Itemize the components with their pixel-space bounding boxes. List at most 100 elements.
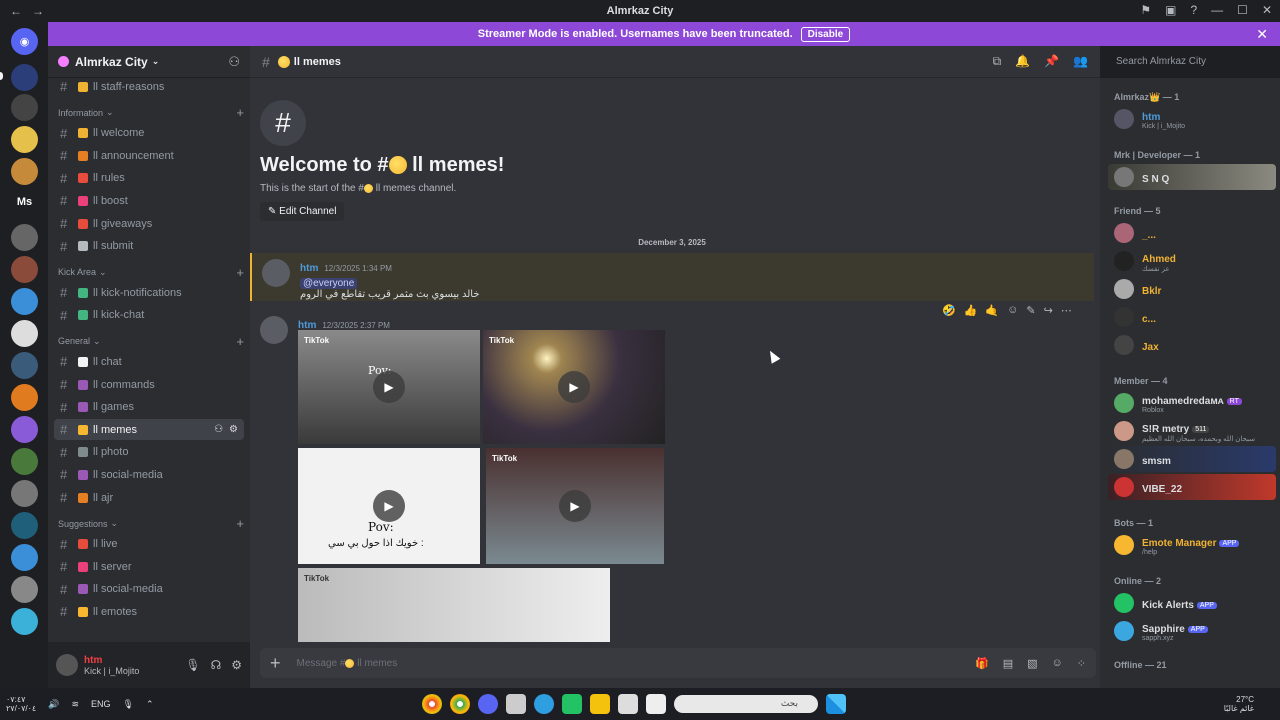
member-item[interactable]: S!R metry 511 سبحان الله وبحمده، سبحان الل… xyxy=(1108,418,1276,444)
gif-icon[interactable]: ▤ xyxy=(1003,657,1013,670)
microphone-icon[interactable]: 🎙 xyxy=(185,658,200,672)
member-item[interactable]: _... xyxy=(1108,220,1276,246)
server-icon[interactable] xyxy=(11,384,38,411)
server-icon[interactable] xyxy=(11,480,38,507)
message-composer[interactable]: + Message # ll memes 🎁 ▤ ▧ ☺ ⁘ xyxy=(260,648,1096,678)
weather-widget[interactable]: 27°C غائم غالبًا xyxy=(1224,695,1254,713)
headphones-icon[interactable]: ☊ xyxy=(211,658,222,672)
add-channel-icon[interactable]: + xyxy=(236,334,244,349)
add-channel-icon[interactable]: + xyxy=(236,265,244,280)
forward-arrow-icon[interactable]: → xyxy=(32,4,44,18)
member-item[interactable]: S N Q xyxy=(1108,164,1276,190)
back-arrow-icon[interactable]: ← xyxy=(10,4,22,18)
server-icon[interactable] xyxy=(11,352,38,379)
video-attachment[interactable]: TikTok xyxy=(298,568,610,642)
server-icon[interactable] xyxy=(11,608,38,635)
maximize-icon[interactable]: ☐ xyxy=(1237,3,1248,17)
channel-item[interactable]: # ll social-media xyxy=(54,464,244,485)
gift-icon[interactable]: 🎁 xyxy=(975,657,989,670)
edit-channel-button[interactable]: ✎ Edit Channel xyxy=(260,202,345,221)
threads-icon[interactable]: ⧉ xyxy=(993,54,1002,69)
play-icon[interactable]: ▶ xyxy=(558,371,590,403)
reply-icon[interactable]: ↪ xyxy=(1044,304,1053,317)
server-icon[interactable] xyxy=(11,320,38,347)
member-item[interactable]: Ahmed عز نفسك xyxy=(1108,248,1276,274)
discord-home-icon[interactable]: ◉ xyxy=(11,28,38,55)
app-icon[interactable] xyxy=(534,694,554,714)
chrome-icon[interactable] xyxy=(450,694,470,714)
member-item[interactable]: Emote Manager APP/help xyxy=(1108,532,1276,558)
add-reaction-icon[interactable]: ☺ xyxy=(1007,304,1018,317)
channel-item[interactable]: # ll emotes xyxy=(54,601,244,622)
channel-item[interactable]: # ll staff-reasons xyxy=(54,76,244,97)
server-icon[interactable] xyxy=(11,94,38,121)
sticker-icon[interactable]: ▧ xyxy=(1027,657,1037,670)
windows-start-icon[interactable] xyxy=(826,694,846,714)
channel-item[interactable]: # ll live xyxy=(54,534,244,555)
server-icon[interactable] xyxy=(11,64,38,91)
settings-gear-icon[interactable]: ⚙ xyxy=(229,424,238,435)
channel-item[interactable]: # ll photo xyxy=(54,442,244,463)
app-icon[interactable] xyxy=(506,694,526,714)
settings-gear-icon[interactable]: ⚙ xyxy=(231,658,242,672)
channel-item[interactable]: # ll commands xyxy=(54,374,244,395)
server-icon[interactable] xyxy=(11,512,38,539)
pin-icon[interactable]: 📌 xyxy=(1044,54,1059,69)
microphone-icon[interactable]: 🎙 xyxy=(123,699,134,710)
add-attachment-icon[interactable]: + xyxy=(270,653,281,674)
store-icon[interactable] xyxy=(618,694,638,714)
channel-item[interactable]: # ll giveaways xyxy=(54,213,244,234)
category-header[interactable]: Information ⌄ + xyxy=(58,105,244,121)
hand-emoji-icon[interactable]: 🤙 xyxy=(985,304,999,317)
apps-icon[interactable]: ⁘ xyxy=(1077,657,1086,670)
channel-item[interactable]: # ll kick-chat xyxy=(54,305,244,326)
add-member-icon[interactable]: ⚇ xyxy=(214,424,223,435)
channel-item[interactable]: # ll boost xyxy=(54,190,244,211)
channel-item[interactable]: # ll ajr xyxy=(54,487,244,508)
member-item[interactable]: mohamedredaᴍᴀ RT Roblox xyxy=(1108,390,1276,416)
inbox-icon[interactable]: ⚑ xyxy=(1140,3,1151,17)
server-icon[interactable] xyxy=(11,544,38,571)
taskbar-search[interactable]: بحث xyxy=(674,695,818,713)
add-channel-icon[interactable]: + xyxy=(236,105,244,120)
member-item[interactable]: smsm xyxy=(1108,446,1276,472)
add-channel-icon[interactable]: + xyxy=(236,516,244,531)
video-attachment[interactable]: Pov: خويك اذا حول بي سي : ▶ xyxy=(298,448,480,564)
member-item[interactable]: Bklr xyxy=(1108,276,1276,302)
avatar[interactable] xyxy=(260,316,288,344)
member-item[interactable]: Sapphire APP sapph.xyz xyxy=(1108,618,1276,644)
more-icon[interactable]: ⋯ xyxy=(1061,304,1072,317)
bell-icon[interactable]: 🔔 xyxy=(1015,54,1030,69)
play-icon[interactable]: ▶ xyxy=(559,490,591,522)
play-icon[interactable]: ▶ xyxy=(373,371,405,403)
category-header[interactable]: General ⌄ + xyxy=(58,333,244,349)
channel-item[interactable]: # ll social-media xyxy=(54,579,244,600)
search-input[interactable]: Search Almrkaz City xyxy=(1110,53,1274,72)
play-icon[interactable]: ▶ xyxy=(373,490,405,522)
channel-item[interactable]: # ll welcome xyxy=(54,123,244,144)
server-icon[interactable] xyxy=(11,288,38,315)
channel-item[interactable]: # ll announcement xyxy=(54,145,244,166)
clock[interactable]: ٠٧:٤٧ ٢٧/٠٧/٠٤ xyxy=(6,695,36,713)
server-icon[interactable] xyxy=(11,158,38,185)
server-icon[interactable] xyxy=(11,256,38,283)
server-icon[interactable] xyxy=(11,224,38,251)
thumbs-up-icon[interactable]: 👍 xyxy=(964,304,978,317)
channel-item[interactable]: # ll memes ⚇ ⚙ xyxy=(54,419,244,441)
channel-item[interactable]: # ll server xyxy=(54,556,244,577)
members-icon[interactable]: 👥 xyxy=(1073,54,1088,69)
member-item[interactable]: VIBE_22 xyxy=(1108,474,1276,500)
minimize-icon[interactable]: — xyxy=(1211,3,1223,17)
chrome-icon[interactable] xyxy=(422,694,442,714)
channel-item[interactable]: # ll games xyxy=(54,397,244,418)
category-header[interactable]: Kick Area ⌄ + xyxy=(58,264,244,280)
mention[interactable]: @everyone xyxy=(300,278,358,289)
category-header[interactable]: Suggestions ⌄ + xyxy=(58,516,244,532)
close-icon[interactable]: ✕ xyxy=(1256,26,1268,43)
video-attachment[interactable]: TikTok Pov: ▶ xyxy=(298,330,480,444)
emoji-icon[interactable]: ☺ xyxy=(1052,657,1063,670)
member-item[interactable]: Kick Alerts APP xyxy=(1108,590,1276,616)
wifi-icon[interactable]: ≋ xyxy=(71,699,79,710)
server-icon[interactable] xyxy=(11,416,38,443)
server-ms-label[interactable]: Ms xyxy=(11,188,38,215)
